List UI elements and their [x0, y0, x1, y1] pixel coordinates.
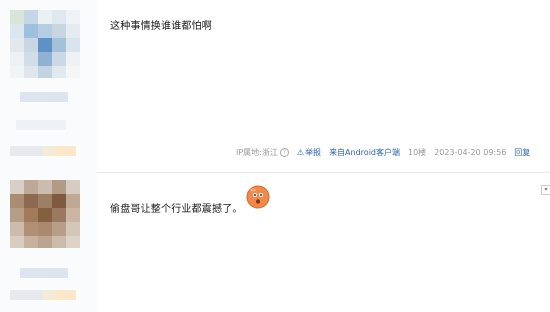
- blurred-user-level: [16, 120, 66, 130]
- chevron-down-icon[interactable]: ▾: [541, 185, 550, 195]
- blurred-user-badge: [10, 290, 76, 300]
- post-tail: IP属地:浙江 ? ⚠ 举报 来自Android客户端 10楼 2023-04-…: [236, 146, 530, 158]
- avatar[interactable]: [10, 180, 80, 248]
- surprised-face-icon: [246, 185, 270, 209]
- ip-location: IP属地:浙江: [236, 147, 278, 157]
- blurred-avatar-image: [10, 10, 80, 78]
- client-source-text: 来自Android客户端: [329, 147, 400, 158]
- post-timestamp: 2023-04-20 09:56: [434, 147, 507, 157]
- blurred-user-badge: [10, 146, 76, 156]
- post-content: 偷盘哥让整个行业都震撼了。: [110, 204, 243, 215]
- client-source[interactable]: 来自Android客户端: [329, 147, 400, 158]
- reply-link[interactable]: 回复: [514, 147, 530, 158]
- post-content: 这种事情换谁谁都怕啊: [110, 21, 212, 32]
- avatar[interactable]: [10, 10, 80, 78]
- help-icon[interactable]: ?: [279, 147, 289, 157]
- blurred-username[interactable]: [20, 92, 68, 102]
- floor-number: 10楼: [408, 147, 427, 157]
- blurred-avatar-image: [10, 180, 80, 248]
- blurred-username[interactable]: [20, 268, 68, 278]
- post-divider: [97, 172, 550, 173]
- report-icon[interactable]: ⚠: [297, 148, 304, 157]
- report-link[interactable]: 举报: [305, 147, 321, 158]
